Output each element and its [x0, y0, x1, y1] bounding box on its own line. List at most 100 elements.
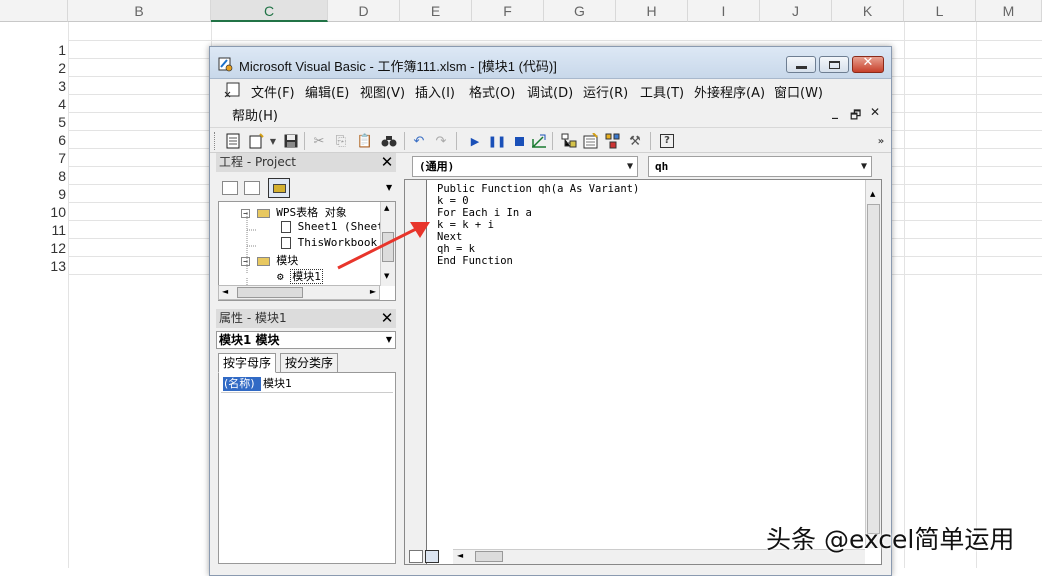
minimize-button[interactable] [786, 56, 816, 73]
properties-pane-close-icon[interactable]: ✕ [379, 311, 395, 326]
close-button[interactable]: ✕ [852, 55, 884, 73]
scroll-thumb[interactable] [475, 551, 503, 562]
scroll-left-icon[interactable]: ◄ [457, 551, 463, 560]
menu-format[interactable]: 格式(O) [469, 82, 515, 101]
tree-node-modules[interactable]: − 模块 [241, 252, 298, 268]
scroll-thumb[interactable] [382, 232, 394, 262]
code-margin[interactable] [405, 180, 427, 564]
menu-insert[interactable]: 插入(I) [415, 82, 455, 101]
reset-icon[interactable] [510, 132, 528, 150]
row-header-12[interactable]: 12 [0, 239, 68, 257]
tree-node-thisworkbook[interactable]: ThisWorkbook [281, 236, 377, 249]
collapse-icon[interactable]: − [241, 209, 250, 218]
toggle-folders-icon[interactable] [268, 178, 290, 198]
code-text[interactable]: Public Function qh(a As Variant) k = 0 For… [437, 183, 639, 267]
column-header-i[interactable]: I [688, 0, 760, 22]
scroll-thumb[interactable] [237, 287, 303, 298]
copy-icon[interactable]: ⎘ [332, 132, 350, 150]
procedure-view-icon[interactable] [409, 550, 423, 563]
maximize-button[interactable] [819, 56, 849, 73]
row-header-10[interactable]: 10 [0, 203, 68, 221]
column-header-m[interactable]: M [976, 0, 1042, 22]
menu-view[interactable]: 视图(V) [360, 82, 405, 101]
paste-icon[interactable]: 📋 [356, 132, 374, 150]
procedure-combo[interactable]: qh ▼ [648, 156, 872, 177]
scroll-thumb[interactable] [867, 204, 880, 534]
chevron-down-icon[interactable]: ▼ [627, 157, 633, 176]
column-header-b[interactable]: B [68, 0, 211, 22]
run-icon[interactable]: ▶ [466, 132, 484, 150]
menu-tools[interactable]: 工具(T) [640, 82, 684, 101]
row-header-9[interactable]: 9 [0, 185, 68, 203]
project-explorer-icon[interactable] [560, 132, 578, 150]
tree-horizontal-scrollbar[interactable]: ◄ ► [218, 285, 380, 300]
row-header-1[interactable]: 1 [0, 41, 68, 59]
object-combo[interactable]: (通用) ▼ [412, 156, 638, 177]
collapse-icon[interactable]: − [241, 257, 250, 266]
column-header-f[interactable]: F [472, 0, 544, 22]
column-header-k[interactable]: K [832, 0, 904, 22]
tree-node-wps-objects[interactable]: − WPS表格 对象 [241, 204, 347, 220]
row-header-5[interactable]: 5 [0, 113, 68, 131]
properties-window-icon[interactable] [582, 132, 600, 150]
mdi-close-button[interactable]: ✕ [870, 105, 880, 119]
row-header-3[interactable]: 3 [0, 77, 68, 95]
menu-debug[interactable]: 调试(D) [527, 82, 573, 101]
tree-vertical-scrollbar[interactable]: ▲ ▼ [380, 202, 395, 286]
chevron-down-icon[interactable]: ▼ [264, 132, 282, 150]
column-header-d[interactable]: D [328, 0, 400, 22]
row-header-13[interactable]: 13 [0, 257, 68, 275]
view-excel-icon[interactable] [224, 132, 242, 150]
project-pane-close-icon[interactable]: ✕ [379, 155, 395, 170]
title-bar[interactable]: Microsoft Visual Basic - 工作簿111.xlsm - [… [210, 47, 891, 79]
row-header-7[interactable]: 7 [0, 149, 68, 167]
tab-categorized[interactable]: 按分类序 [280, 353, 339, 373]
property-name-key[interactable]: (名称) [223, 377, 261, 391]
menu-file[interactable]: 文件(F) [251, 82, 295, 101]
menu-addins[interactable]: 外接程序(A) [694, 82, 765, 101]
tree-node-sheet1[interactable]: Sheet1 (Sheet [281, 220, 384, 233]
menu-window[interactable]: 窗口(W) [774, 82, 823, 101]
column-header-c[interactable]: C [211, 0, 328, 22]
menu-run[interactable]: 运行(R) [583, 82, 628, 101]
scroll-up-icon[interactable]: ▲ [870, 190, 875, 198]
full-module-view-icon[interactable] [425, 550, 439, 563]
redo-icon[interactable]: ↷ [432, 132, 450, 150]
row-header-8[interactable]: 8 [0, 167, 68, 185]
mdi-restore-button[interactable]: 🗗 [850, 106, 861, 127]
mdi-minimize-button[interactable]: _ [832, 105, 838, 119]
chevron-down-icon[interactable]: ▼ [386, 332, 392, 348]
tree-node-module1[interactable]: ⚙ 模块1 [277, 268, 323, 284]
help-icon[interactable]: ? [658, 132, 676, 150]
find-icon[interactable] [380, 132, 398, 150]
scroll-up-icon[interactable]: ▲ [384, 204, 389, 212]
code-editor[interactable]: Public Function qh(a As Variant) k = 0 For… [404, 179, 882, 565]
object-browser-icon[interactable] [604, 132, 622, 150]
row-header-2[interactable]: 2 [0, 59, 68, 77]
cut-icon[interactable]: ✂ [310, 132, 328, 150]
toolbar-overflow-icon[interactable]: » [872, 132, 890, 150]
view-code-icon[interactable] [222, 181, 238, 195]
tab-alphabetic[interactable]: 按字母序 [218, 353, 277, 373]
save-icon[interactable] [282, 132, 300, 150]
design-mode-icon[interactable] [530, 132, 548, 150]
scroll-right-icon[interactable]: ► [370, 287, 376, 296]
undo-icon[interactable]: ↶ [410, 132, 428, 150]
scroll-down-icon[interactable]: ▼ [384, 272, 389, 280]
column-header-h[interactable]: H [616, 0, 688, 22]
toolbar-grip[interactable] [214, 132, 217, 150]
property-name-value[interactable]: 模块1 [263, 377, 292, 391]
row-header-6[interactable]: 6 [0, 131, 68, 149]
chevron-down-icon[interactable]: ▼ [386, 183, 392, 192]
column-header-l[interactable]: L [904, 0, 976, 22]
toolbox-icon[interactable]: ⚒ [626, 132, 644, 150]
view-object-icon[interactable] [244, 181, 260, 195]
column-header-e[interactable]: E [400, 0, 472, 22]
module-icon[interactable] [224, 82, 242, 98]
column-header-j[interactable]: J [760, 0, 832, 22]
pause-icon[interactable]: ❚❚ [488, 132, 506, 150]
properties-object-combo[interactable]: 模块1 模块 ▼ [216, 331, 396, 349]
chevron-down-icon[interactable]: ▼ [861, 157, 867, 176]
scroll-left-icon[interactable]: ◄ [222, 287, 228, 296]
menu-edit[interactable]: 编辑(E) [305, 82, 349, 101]
